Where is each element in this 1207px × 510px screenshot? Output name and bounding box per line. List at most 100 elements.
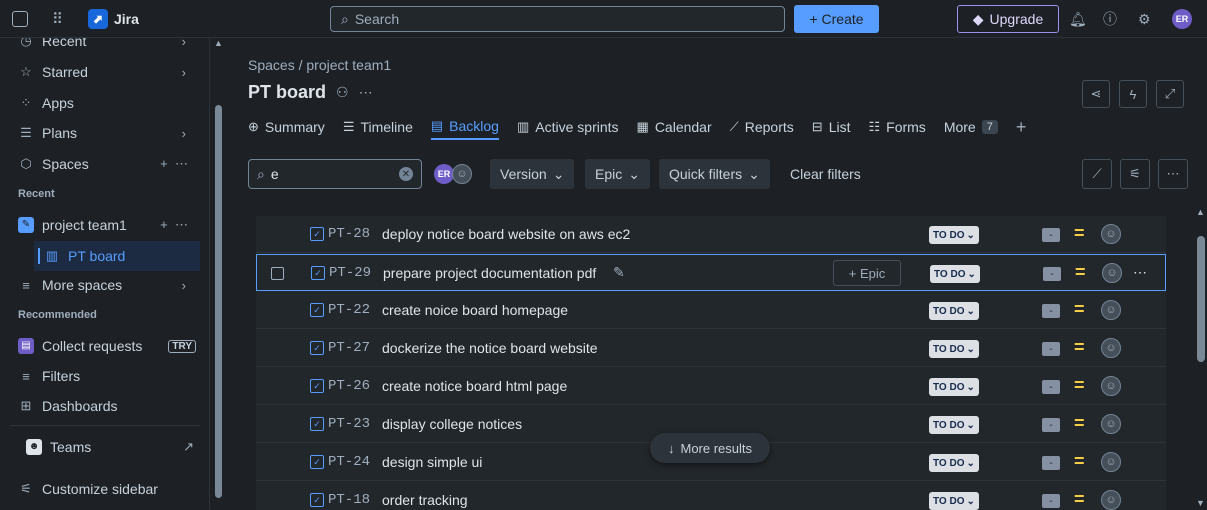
- issue-key[interactable]: PT-27: [328, 340, 370, 356]
- issue-summary[interactable]: order tracking: [382, 492, 468, 508]
- sidebar-item-recent[interactable]: ◷ Recent ›: [0, 38, 200, 56]
- priority-medium-icon[interactable]: =: [1074, 223, 1085, 244]
- insights-icon[interactable]: ⟋: [1082, 159, 1112, 189]
- sidebar-scrollbar[interactable]: [215, 105, 222, 498]
- jira-logo[interactable]: ⬈ Jira: [88, 0, 139, 38]
- issue-key[interactable]: PT-24: [328, 454, 370, 470]
- more-options-icon[interactable]: ⋯: [1158, 159, 1188, 189]
- sidebar-item-dashboards[interactable]: ⊞ Dashboards: [0, 391, 200, 421]
- issue-summary[interactable]: create notice board html page: [382, 378, 567, 394]
- estimate-badge[interactable]: -: [1042, 494, 1060, 508]
- status-dropdown[interactable]: TO DO ⌄: [929, 454, 979, 472]
- app-switcher-icon[interactable]: ⠿: [52, 0, 63, 38]
- more-actions-icon[interactable]: ⋯: [359, 84, 373, 101]
- scroll-up-arrow-icon[interactable]: ▲: [214, 38, 223, 48]
- tab-forms[interactable]: ☷ Forms: [868, 114, 925, 140]
- estimate-badge[interactable]: -: [1042, 380, 1060, 394]
- tab-active-sprints[interactable]: ▥ Active sprints: [517, 114, 619, 140]
- tab-calendar[interactable]: ▦ Calendar: [637, 114, 712, 140]
- assignee-avatar-icon[interactable]: ☺: [1102, 263, 1122, 283]
- upgrade-button[interactable]: ◆ Upgrade: [957, 5, 1059, 33]
- sidebar-item-customize[interactable]: ⚟ Customize sidebar: [0, 474, 200, 504]
- priority-medium-icon[interactable]: =: [1074, 413, 1085, 434]
- spaces-actions[interactable]: + ⋯: [160, 156, 188, 172]
- priority-medium-icon[interactable]: =: [1074, 299, 1085, 320]
- issue-summary[interactable]: deploy notice board website on aws ec2: [382, 226, 630, 242]
- sidebar-item-starred[interactable]: ☆ Starred ›: [0, 57, 200, 87]
- tab-reports[interactable]: ⟋ Reports: [730, 114, 794, 140]
- version-filter-dropdown[interactable]: Version ⌄: [490, 159, 575, 189]
- issue-key[interactable]: PT-28: [328, 226, 370, 242]
- assignee-avatar-icon[interactable]: ☺: [1101, 414, 1121, 434]
- help-icon[interactable]: ⓘ: [1103, 0, 1117, 38]
- scroll-down-arrow-icon[interactable]: ▼: [1196, 498, 1205, 508]
- breadcrumb[interactable]: Spaces / project team1: [248, 57, 391, 73]
- view-settings-icon[interactable]: ⚟: [1120, 159, 1150, 189]
- issue-summary[interactable]: design simple ui: [382, 454, 482, 470]
- table-row[interactable]: ✓ PT-18 order tracking TO DO ⌄ - = ☺: [256, 482, 1166, 510]
- fullscreen-icon[interactable]: ⤢: [1156, 80, 1184, 108]
- estimate-badge[interactable]: -: [1042, 304, 1060, 318]
- tab-timeline[interactable]: ☰ Timeline: [343, 114, 413, 140]
- create-button[interactable]: + Create: [794, 5, 879, 33]
- issue-key[interactable]: PT-23: [328, 416, 370, 432]
- issue-key[interactable]: PT-22: [328, 302, 370, 318]
- settings-gear-icon[interactable]: ⚙: [1138, 0, 1151, 38]
- sidebar-item-more-spaces[interactable]: ≡ More spaces ›: [0, 270, 200, 300]
- issue-key[interactable]: PT-26: [328, 378, 370, 394]
- assignee-avatar-icon[interactable]: ☺: [1101, 490, 1121, 510]
- status-dropdown[interactable]: TO DO ⌄: [929, 226, 979, 244]
- status-dropdown[interactable]: TO DO ⌄: [929, 340, 979, 358]
- row-more-icon[interactable]: ⋯: [1133, 264, 1147, 281]
- clear-search-icon[interactable]: ✕: [399, 167, 413, 181]
- estimate-badge[interactable]: -: [1042, 456, 1060, 470]
- share-icon[interactable]: ⋖: [1082, 80, 1110, 108]
- sidebar-item-spaces[interactable]: ⬡ Spaces + ⋯: [0, 149, 200, 179]
- row-checkbox[interactable]: [271, 267, 284, 280]
- tab-backlog[interactable]: ▤ Backlog: [430, 114, 499, 140]
- status-dropdown[interactable]: TO DO ⌄: [929, 492, 979, 510]
- assignee-avatar-icon[interactable]: ☺: [1101, 338, 1121, 358]
- estimate-badge[interactable]: -: [1042, 418, 1060, 432]
- status-dropdown[interactable]: TO DO ⌄: [930, 265, 980, 283]
- scroll-up-arrow-icon[interactable]: ▲: [1196, 207, 1205, 217]
- sidebar-project-team1[interactable]: ✎ project team1 + ⋯: [0, 210, 200, 240]
- backlog-search-input[interactable]: ⌕ e ✕: [248, 159, 422, 189]
- issue-key[interactable]: PT-29: [329, 265, 371, 281]
- add-tab-button[interactable]: +: [1016, 114, 1027, 140]
- assignee-avatar-icon[interactable]: ☺: [1101, 300, 1121, 320]
- sidebar-item-apps[interactable]: ⁘ Apps: [0, 88, 200, 118]
- more-results-button[interactable]: ↓ More results: [650, 433, 770, 463]
- sidebar-item-plans[interactable]: ☰ Plans ›: [0, 118, 200, 148]
- estimate-badge[interactable]: -: [1043, 267, 1061, 281]
- notifications-bell-icon[interactable]: 🔔︎: [1069, 0, 1087, 38]
- priority-medium-icon[interactable]: =: [1074, 451, 1085, 472]
- assignee-avatars[interactable]: ER ☺: [434, 164, 472, 184]
- issue-summary[interactable]: dockerize the notice board website: [382, 340, 598, 356]
- table-row[interactable]: ✓ PT-28 deploy notice board website on a…: [256, 216, 1166, 253]
- project-actions[interactable]: + ⋯: [160, 217, 188, 233]
- priority-medium-icon[interactable]: =: [1074, 337, 1085, 358]
- global-search-input[interactable]: ⌕ Search: [330, 6, 785, 32]
- sidebar-item-teams[interactable]: ☻ Teams ↗: [8, 432, 208, 462]
- estimate-badge[interactable]: -: [1042, 342, 1060, 356]
- priority-medium-icon[interactable]: =: [1074, 489, 1085, 510]
- status-dropdown[interactable]: TO DO ⌄: [929, 416, 979, 434]
- sidebar-item-filters[interactable]: ≡ Filters: [0, 361, 200, 391]
- status-dropdown[interactable]: TO DO ⌄: [929, 302, 979, 320]
- add-epic-button[interactable]: + Epic: [833, 260, 901, 286]
- priority-medium-icon[interactable]: =: [1075, 262, 1086, 283]
- estimate-badge[interactable]: -: [1042, 228, 1060, 242]
- table-row[interactable]: ✓ PT-22 create noice board homepage TO D…: [256, 292, 1166, 329]
- profile-avatar[interactable]: ER: [1172, 0, 1192, 38]
- sidebar-item-collect-requests[interactable]: ▤ Collect requests TRY: [0, 331, 200, 361]
- tab-list[interactable]: ⊟ List: [812, 114, 851, 140]
- edit-icon[interactable]: ✎: [613, 264, 625, 281]
- sidebar-toggle-button[interactable]: [12, 0, 28, 38]
- table-row[interactable]: ✓ PT-29 prepare project documentation pd…: [256, 254, 1166, 291]
- main-scrollbar[interactable]: [1197, 236, 1205, 362]
- tab-more[interactable]: More 7: [944, 114, 998, 140]
- quick-filters-dropdown[interactable]: Quick filters ⌄: [659, 159, 770, 189]
- assignee-avatar-icon[interactable]: ☺: [1101, 452, 1121, 472]
- table-row[interactable]: ✓ PT-26 create notice board html page TO…: [256, 368, 1166, 405]
